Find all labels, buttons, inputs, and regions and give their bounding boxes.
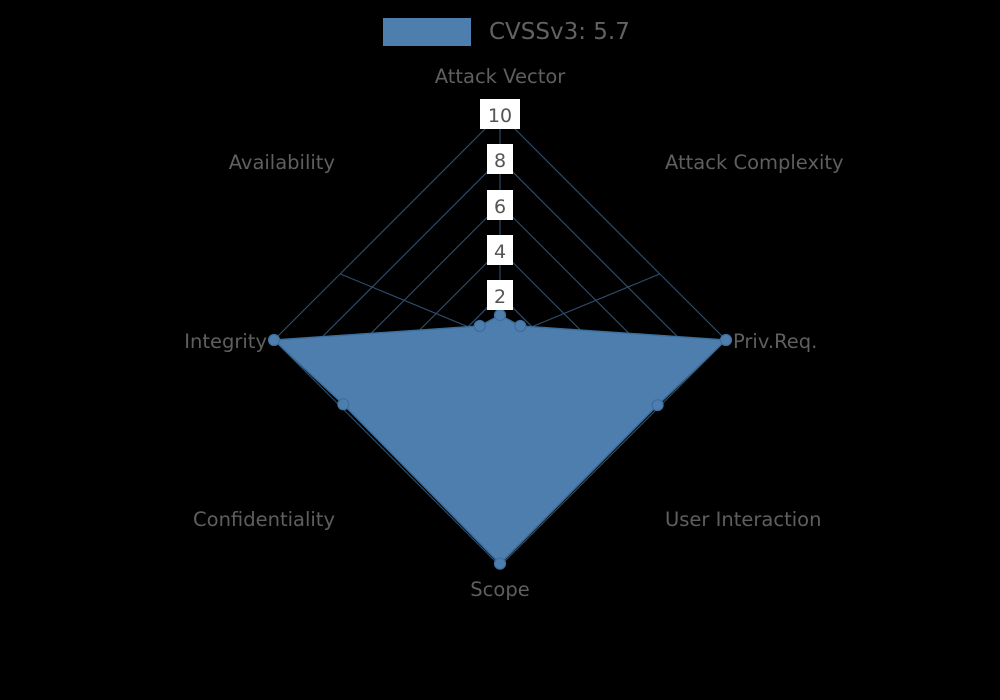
series-point-attack-vector [493, 309, 507, 322]
axis-title-attack-vector: Attack Vector [435, 65, 567, 88]
tick-label-10: 10 [488, 105, 512, 127]
axis-title-availability: Availability [229, 151, 335, 174]
series-point-attack-complexity [514, 319, 527, 333]
series-point-scope [493, 557, 507, 570]
series-point-availability [473, 319, 486, 333]
series-point-confidentiality [337, 398, 350, 411]
tick-label-4: 4 [494, 241, 506, 263]
axis-title-user-interaction: User Interaction [665, 508, 821, 531]
series-point-user-interaction [651, 399, 664, 412]
radar-plot: 10 8 6 4 2 Attack Vector Attack Complexi… [184, 65, 844, 601]
series-point-priv-req [719, 333, 733, 347]
tick-label-6: 6 [494, 196, 506, 218]
tick-label-2: 2 [494, 286, 506, 308]
radar-series-cvssv3 [267, 309, 733, 570]
axis-title-confidentiality: Confidentiality [193, 508, 335, 531]
tick-label-8: 8 [494, 150, 506, 172]
axis-title-priv-req: Priv.Req. [733, 330, 817, 353]
series-point-integrity [267, 333, 281, 347]
axis-title-scope: Scope [470, 578, 529, 601]
axis-title-attack-complexity: Attack Complexity [665, 151, 844, 174]
axis-title-integrity: Integrity [184, 330, 267, 353]
series-area-cvssv3 [273, 314, 727, 565]
radar-chart-figure: CVSSv3: 5.7 10 8 6 4 2 Attack Vector Att… [0, 0, 1000, 700]
